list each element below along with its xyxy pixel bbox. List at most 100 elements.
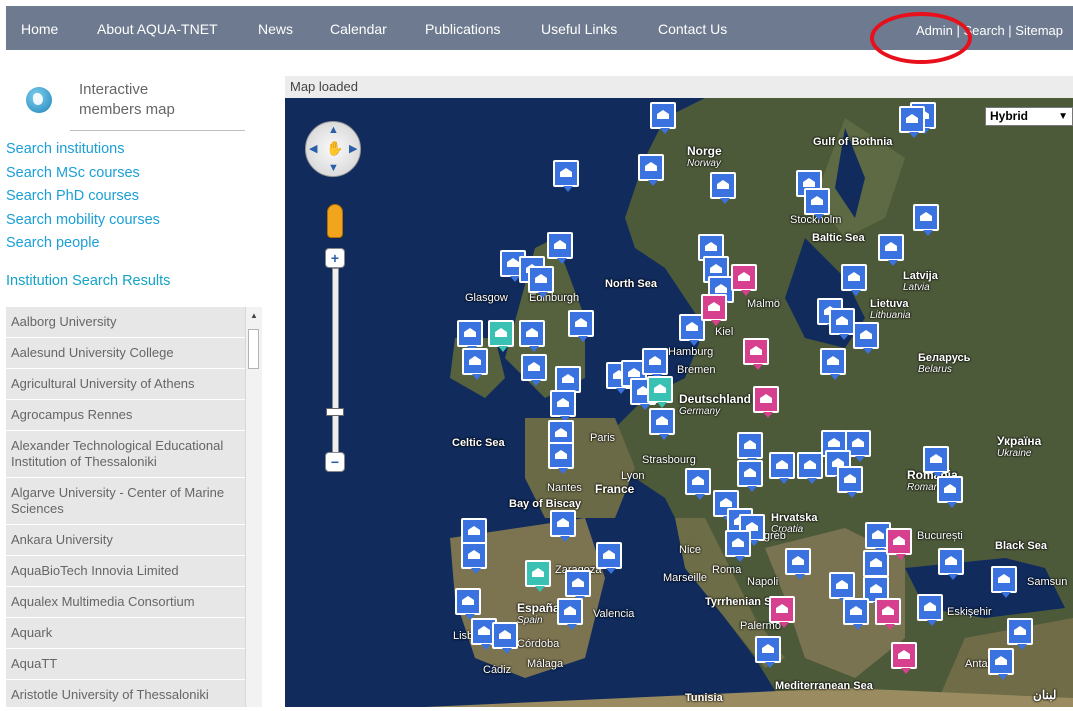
institution-marker[interactable] xyxy=(457,320,483,352)
museum-marker[interactable] xyxy=(731,264,757,296)
nav-publications[interactable]: Publications xyxy=(425,6,501,52)
institution-marker[interactable] xyxy=(492,622,518,654)
institution-marker[interactable] xyxy=(568,310,594,342)
museum-marker[interactable] xyxy=(753,386,779,418)
institution-marker[interactable] xyxy=(837,466,863,498)
institution-marker[interactable] xyxy=(785,548,811,580)
list-item[interactable]: Aristotle University of Thessaloniki xyxy=(6,680,246,711)
institution-marker[interactable] xyxy=(555,366,581,398)
institution-marker[interactable] xyxy=(462,348,488,380)
institution-marker[interactable] xyxy=(737,432,763,464)
nav-home[interactable]: Home xyxy=(21,6,58,52)
zoom-track[interactable] xyxy=(332,268,339,454)
pegman-icon[interactable] xyxy=(327,204,343,238)
institution-marker[interactable] xyxy=(649,408,675,440)
zoom-slider[interactable]: + − xyxy=(325,248,345,478)
institution-marker[interactable] xyxy=(1007,618,1033,650)
institution-marker[interactable] xyxy=(725,530,751,562)
institution-marker[interactable] xyxy=(917,594,943,626)
institution-marker[interactable] xyxy=(650,102,676,134)
institution-marker[interactable] xyxy=(547,232,573,264)
museum-marker[interactable] xyxy=(701,294,727,326)
search-people-link[interactable]: Search people xyxy=(6,232,160,256)
search-phd-courses-link[interactable]: Search PhD courses xyxy=(6,185,160,209)
museum-marker[interactable] xyxy=(769,596,795,628)
list-item[interactable]: Aalborg University xyxy=(6,307,246,338)
institution-marker[interactable] xyxy=(797,452,823,484)
museum-marker[interactable] xyxy=(875,598,901,630)
list-item[interactable]: Aalesund University College xyxy=(6,338,246,369)
institution-marker[interactable] xyxy=(455,588,481,620)
institution-marker[interactable] xyxy=(878,234,904,266)
list-item[interactable]: Algarve University - Center of Marine Sc… xyxy=(6,478,246,525)
people-marker[interactable] xyxy=(525,560,551,592)
nav-about[interactable]: About AQUA-TNET xyxy=(97,6,218,52)
scroll-up-arrow-icon[interactable]: ▲ xyxy=(250,311,258,320)
list-item[interactable]: Aqualex Multimedia Consortium xyxy=(6,587,246,618)
institution-marker[interactable] xyxy=(923,446,949,478)
institution-marker[interactable] xyxy=(550,510,576,542)
institution-marker[interactable] xyxy=(829,572,855,604)
museum-marker[interactable] xyxy=(891,642,917,674)
institution-marker[interactable] xyxy=(820,348,846,380)
institution-marker[interactable] xyxy=(829,308,855,340)
list-scrollbar[interactable]: ▲ xyxy=(245,307,262,707)
pan-left-icon[interactable]: ◀ xyxy=(309,142,317,155)
institution-marker[interactable] xyxy=(769,452,795,484)
list-item[interactable]: Aquark xyxy=(6,618,246,649)
scrollbar-thumb[interactable] xyxy=(248,329,259,369)
people-marker[interactable] xyxy=(488,320,514,352)
list-item[interactable]: Agrocampus Rennes xyxy=(6,400,246,431)
museum-marker[interactable] xyxy=(886,528,912,560)
institution-marker[interactable] xyxy=(988,648,1014,680)
institution-marker[interactable] xyxy=(519,320,545,352)
nav-news[interactable]: News xyxy=(258,6,293,52)
search-msc-courses-link[interactable]: Search MSc courses xyxy=(6,162,160,186)
institution-marker[interactable] xyxy=(843,598,869,630)
institution-marker[interactable] xyxy=(638,154,664,186)
institution-marker[interactable] xyxy=(565,570,591,602)
museum-marker[interactable] xyxy=(743,338,769,370)
institution-marker[interactable] xyxy=(553,160,579,192)
zoom-out-button[interactable]: − xyxy=(325,452,345,472)
sitemap-link[interactable]: Sitemap xyxy=(1015,23,1063,38)
institution-marker[interactable] xyxy=(737,460,763,492)
nav-calendar[interactable]: Calendar xyxy=(330,6,387,52)
people-marker[interactable] xyxy=(647,376,673,408)
institution-marker[interactable] xyxy=(461,518,487,550)
map-type-dropdown[interactable]: Hybrid ▼ xyxy=(985,107,1073,126)
pan-control[interactable]: ▲ ▼ ◀ ▶ ✋ xyxy=(305,121,361,177)
institution-marker[interactable] xyxy=(642,348,668,380)
institution-marker[interactable] xyxy=(853,322,879,354)
institution-marker[interactable] xyxy=(938,548,964,580)
institution-marker[interactable] xyxy=(755,636,781,668)
institution-marker[interactable] xyxy=(863,550,889,582)
nav-contact-us[interactable]: Contact Us xyxy=(658,6,727,52)
list-item[interactable]: Agricultural University of Athens xyxy=(6,369,246,400)
pan-right-icon[interactable]: ▶ xyxy=(349,142,357,155)
institution-marker[interactable] xyxy=(913,204,939,236)
institution-marker[interactable] xyxy=(596,542,622,574)
institution-marker[interactable] xyxy=(521,354,547,386)
institution-marker[interactable] xyxy=(557,598,583,630)
list-item[interactable]: Ankara University xyxy=(6,525,246,556)
zoom-handle[interactable] xyxy=(326,408,344,416)
institution-marker[interactable] xyxy=(899,106,925,138)
institution-marker[interactable] xyxy=(991,566,1017,598)
search-institutions-link[interactable]: Search institutions xyxy=(6,138,160,162)
institution-marker[interactable] xyxy=(461,542,487,574)
institution-marker[interactable] xyxy=(841,264,867,296)
pan-up-icon[interactable]: ▲ xyxy=(328,124,339,136)
nav-useful-links[interactable]: Useful Links xyxy=(541,6,617,52)
institution-marker[interactable] xyxy=(548,442,574,474)
list-item[interactable]: AquaBioTech Innovia Limited xyxy=(6,556,246,587)
institution-marker[interactable] xyxy=(710,172,736,204)
list-item[interactable]: AquaTT xyxy=(6,649,246,680)
pan-down-icon[interactable]: ▼ xyxy=(328,162,339,174)
institution-marker[interactable] xyxy=(550,390,576,422)
institution-marker[interactable] xyxy=(804,188,830,220)
institution-marker[interactable] xyxy=(528,266,554,298)
list-item[interactable]: Alexander Technological Educational Inst… xyxy=(6,431,246,478)
search-mobility-courses-link[interactable]: Search mobility courses xyxy=(6,209,160,233)
zoom-in-button[interactable]: + xyxy=(325,248,345,268)
